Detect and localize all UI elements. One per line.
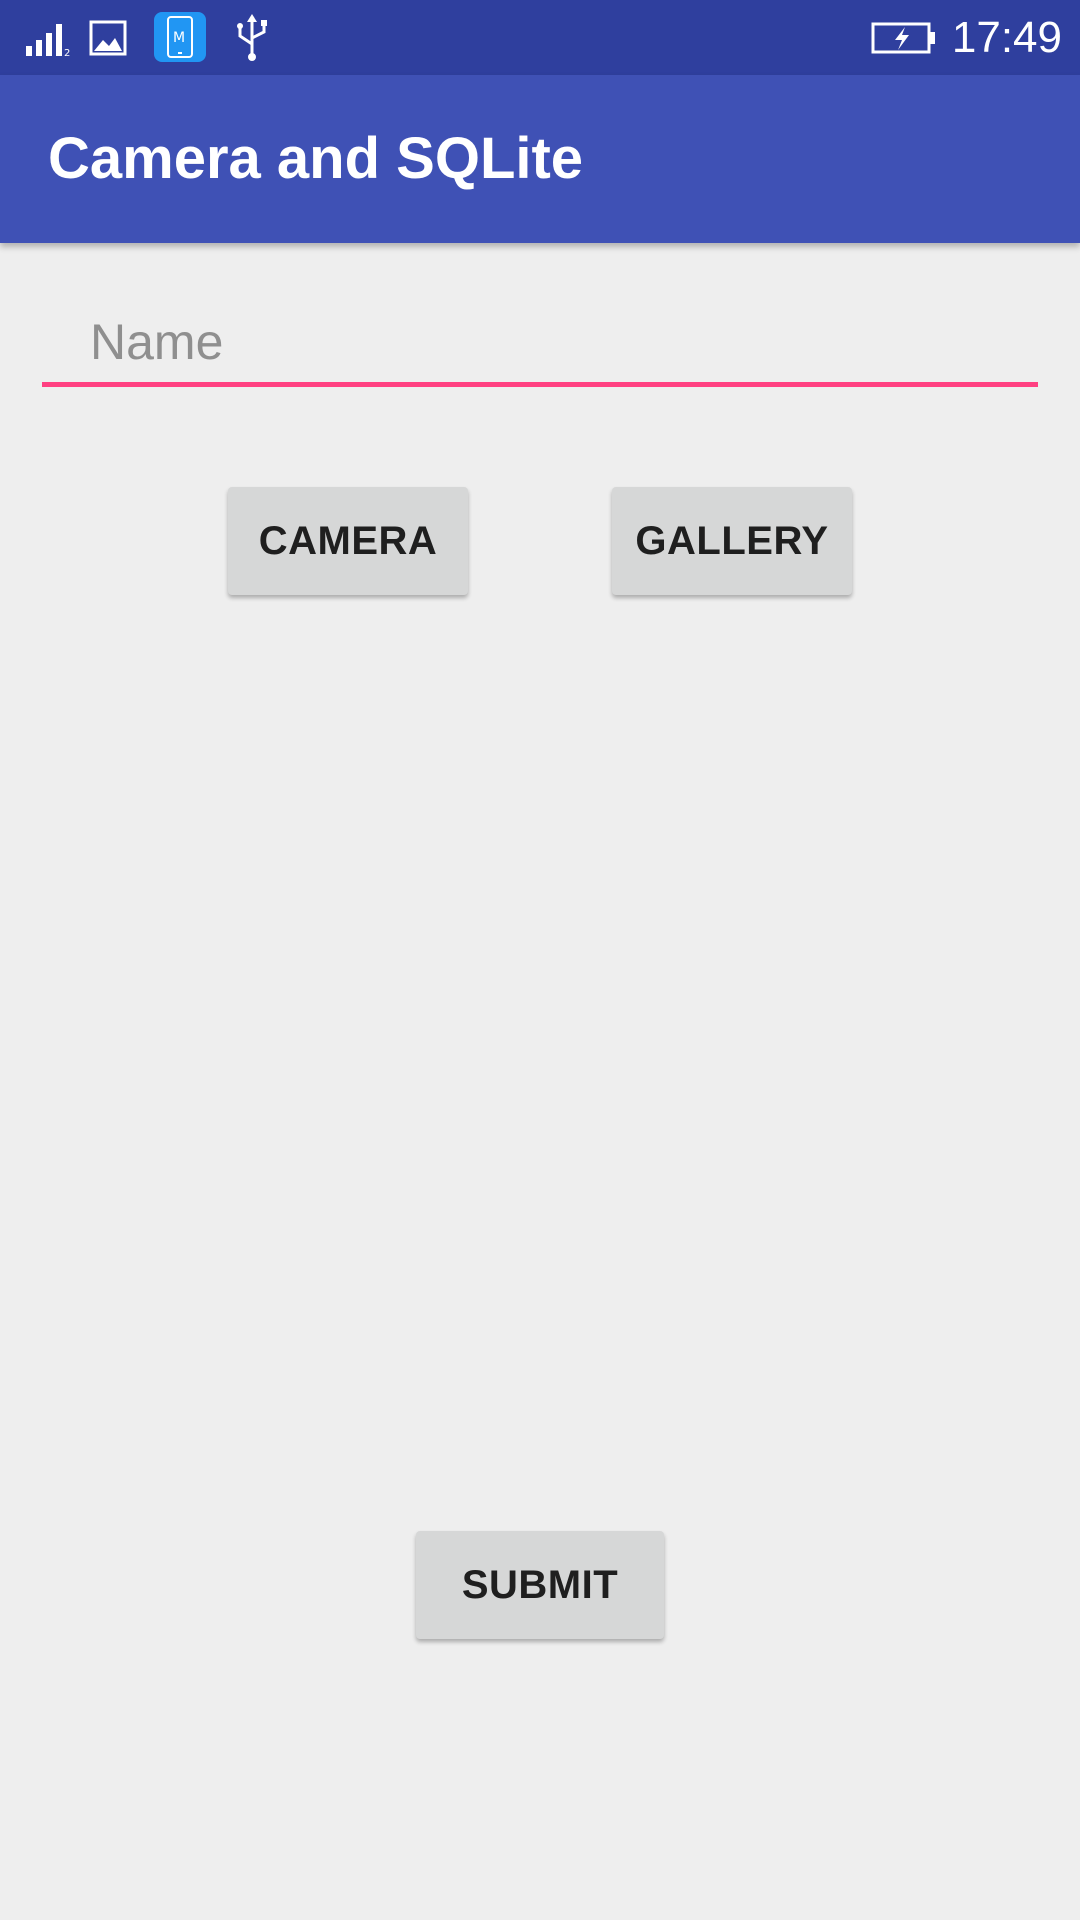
status-time: 17:49 (951, 13, 1062, 62)
app-notification-icon: M (154, 12, 206, 62)
status-bar: 2 M 17:49 (0, 0, 1080, 75)
app-title: Camera and SQLite (48, 126, 584, 191)
image-notification-icon (88, 19, 128, 57)
camera-button[interactable]: CAMERA (228, 487, 468, 595)
svg-text:M: M (173, 30, 185, 46)
name-input[interactable] (42, 300, 1038, 384)
name-underline (42, 382, 1038, 387)
submit-button[interactable]: SUBMIT (416, 1531, 664, 1639)
usb-icon (230, 12, 274, 62)
signal-icon: 2 (24, 18, 72, 58)
app-bar: Camera and SQLite (0, 75, 1080, 243)
gallery-button[interactable]: GALLERY (612, 487, 852, 595)
svg-text:2: 2 (64, 48, 70, 58)
battery-charging-icon (870, 20, 938, 56)
name-field (42, 300, 1038, 388)
